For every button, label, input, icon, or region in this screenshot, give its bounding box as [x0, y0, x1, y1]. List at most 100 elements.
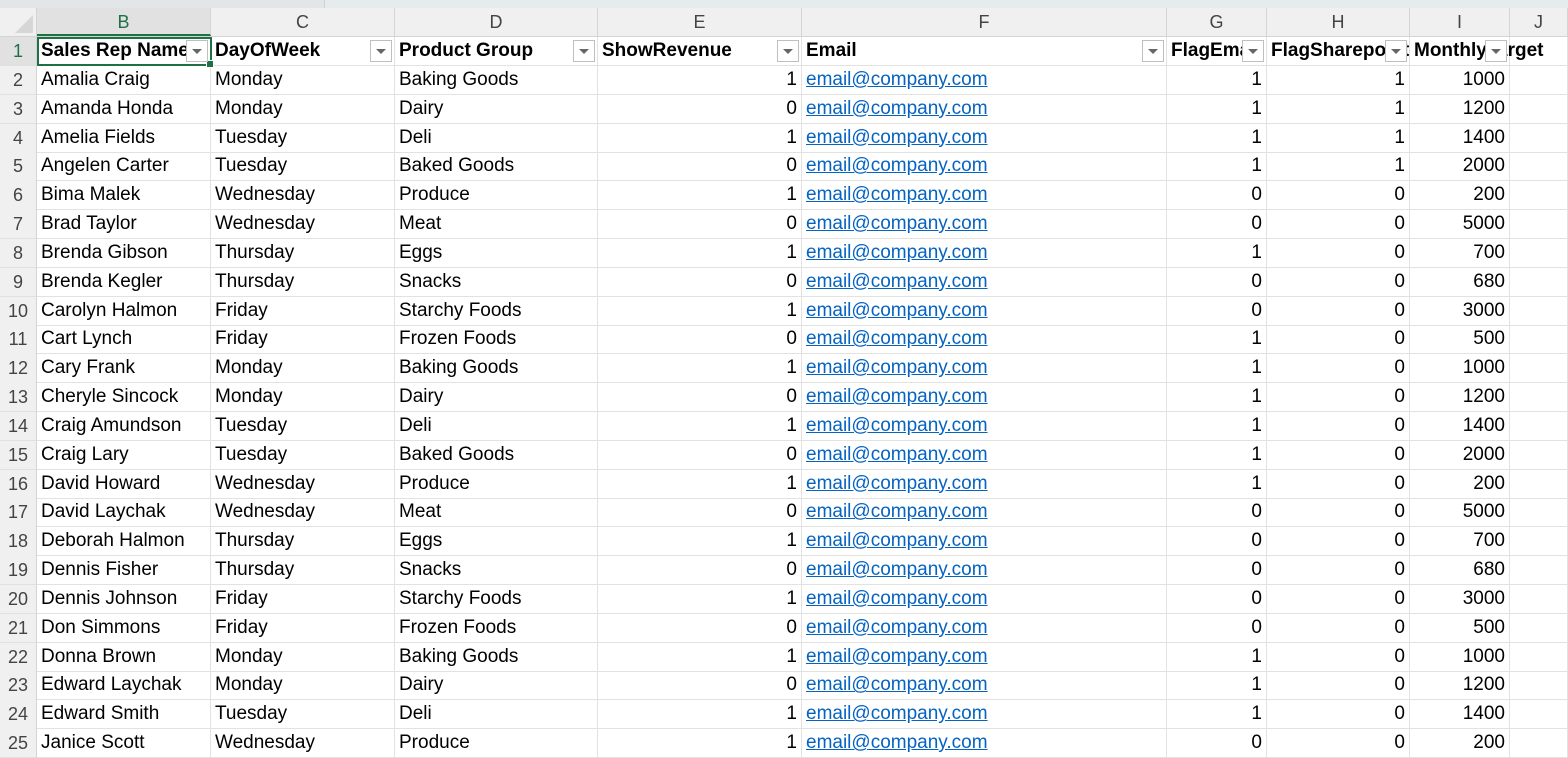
cell-G9[interactable]: 0	[1167, 267, 1267, 297]
cell-G23[interactable]: 1	[1167, 671, 1267, 701]
email-link[interactable]: email@company.com	[802, 238, 1167, 268]
cell-E21[interactable]: 0	[598, 613, 802, 643]
cell-D25[interactable]: Produce	[395, 729, 598, 758]
cell-C14[interactable]: Tuesday	[211, 411, 395, 441]
cell-I25[interactable]: 200	[1410, 729, 1510, 758]
cell-E2[interactable]: 1	[598, 65, 802, 95]
cell-I6[interactable]: 200	[1410, 181, 1510, 211]
cell-G12[interactable]: 1	[1167, 354, 1267, 384]
cell-H9[interactable]: 0	[1267, 267, 1410, 297]
cell-J2[interactable]	[1510, 65, 1568, 95]
row-header-25[interactable]: 25	[0, 729, 37, 758]
cell-G16[interactable]: 1	[1167, 469, 1267, 499]
cell-G22[interactable]: 1	[1167, 642, 1267, 672]
cell-J12[interactable]	[1510, 354, 1568, 384]
cell-I2[interactable]: 1000	[1410, 65, 1510, 95]
cell-E3[interactable]: 0	[598, 94, 802, 124]
row-header-2[interactable]: 2	[0, 65, 37, 96]
cell-G20[interactable]: 0	[1167, 584, 1267, 614]
cell-H21[interactable]: 0	[1267, 613, 1410, 643]
cell-E17[interactable]: 0	[598, 498, 802, 528]
cell-E14[interactable]: 1	[598, 411, 802, 441]
header-cell-4[interactable]: ShowRevenue	[598, 37, 802, 66]
cell-E13[interactable]: 0	[598, 383, 802, 413]
column-header-B[interactable]: B	[37, 8, 211, 36]
cell-J10[interactable]	[1510, 296, 1568, 326]
cell-D16[interactable]: Produce	[395, 469, 598, 499]
cell-C13[interactable]: Monday	[211, 383, 395, 413]
cell-B17[interactable]: David Laychak	[37, 498, 211, 528]
email-link[interactable]: email@company.com	[802, 440, 1167, 470]
cell-D20[interactable]: Starchy Foods	[395, 584, 598, 614]
cell-E24[interactable]: 1	[598, 700, 802, 730]
email-link[interactable]: email@company.com	[802, 700, 1167, 730]
email-link[interactable]: email@company.com	[802, 498, 1167, 528]
cell-H5[interactable]: 1	[1267, 152, 1410, 182]
cell-J25[interactable]	[1510, 729, 1568, 758]
cell-B12[interactable]: Cary Frank	[37, 354, 211, 384]
cell-E16[interactable]: 1	[598, 469, 802, 499]
email-link[interactable]: email@company.com	[802, 210, 1167, 240]
cell-J16[interactable]	[1510, 469, 1568, 499]
row-header-19[interactable]: 19	[0, 556, 37, 586]
cell-G11[interactable]: 1	[1167, 325, 1267, 355]
select-all-button[interactable]	[0, 8, 37, 36]
cell-J19[interactable]	[1510, 556, 1568, 586]
email-link[interactable]: email@company.com	[802, 584, 1167, 614]
cell-I8[interactable]: 700	[1410, 238, 1510, 268]
cell-C24[interactable]: Tuesday	[211, 700, 395, 730]
cell-D21[interactable]: Frozen Foods	[395, 613, 598, 643]
row-header-21[interactable]: 21	[0, 613, 37, 644]
cell-I21[interactable]: 500	[1410, 613, 1510, 643]
cell-D7[interactable]: Meat	[395, 210, 598, 240]
cell-I23[interactable]: 1200	[1410, 671, 1510, 701]
column-header-C[interactable]: C	[211, 8, 395, 36]
filter-dropdown-button[interactable]	[370, 40, 392, 62]
filter-dropdown-button[interactable]	[1385, 40, 1407, 62]
cell-C7[interactable]: Wednesday	[211, 210, 395, 240]
cell-B19[interactable]: Dennis Fisher	[37, 556, 211, 586]
row-header-8[interactable]: 8	[0, 238, 37, 269]
row-header-12[interactable]: 12	[0, 354, 37, 384]
cell-E12[interactable]: 1	[598, 354, 802, 384]
cell-C22[interactable]: Monday	[211, 642, 395, 672]
cell-H12[interactable]: 0	[1267, 354, 1410, 384]
header-cell-3[interactable]: Product Group	[395, 37, 598, 66]
cell-B24[interactable]: Edward Smith	[37, 700, 211, 730]
cell-B25[interactable]: Janice Scott	[37, 729, 211, 758]
cell-C23[interactable]: Monday	[211, 671, 395, 701]
cell-E6[interactable]: 1	[598, 181, 802, 211]
cell-I12[interactable]: 1000	[1410, 354, 1510, 384]
cell-E5[interactable]: 0	[598, 152, 802, 182]
row-header-11[interactable]: 11	[0, 325, 37, 355]
filter-dropdown-button[interactable]	[777, 40, 799, 62]
email-link[interactable]: email@company.com	[802, 296, 1167, 326]
cell-C6[interactable]: Wednesday	[211, 181, 395, 211]
cell-J21[interactable]	[1510, 613, 1568, 643]
cell-C15[interactable]: Tuesday	[211, 440, 395, 470]
cell-G5[interactable]: 1	[1167, 152, 1267, 182]
cell-C21[interactable]: Friday	[211, 613, 395, 643]
cell-H13[interactable]: 0	[1267, 383, 1410, 413]
cell-C3[interactable]: Monday	[211, 94, 395, 124]
cell-D13[interactable]: Dairy	[395, 383, 598, 413]
cell-H17[interactable]: 0	[1267, 498, 1410, 528]
cell-E22[interactable]: 1	[598, 642, 802, 672]
cell-J13[interactable]	[1510, 383, 1568, 413]
cell-E23[interactable]: 0	[598, 671, 802, 701]
cell-C2[interactable]: Monday	[211, 65, 395, 95]
cell-H4[interactable]: 1	[1267, 123, 1410, 153]
cell-B9[interactable]: Brenda Kegler	[37, 267, 211, 297]
row-header-9[interactable]: 9	[0, 267, 37, 298]
cell-C16[interactable]: Wednesday	[211, 469, 395, 499]
cell-G10[interactable]: 0	[1167, 296, 1267, 326]
row-header-16[interactable]: 16	[0, 469, 37, 499]
cell-H20[interactable]: 0	[1267, 584, 1410, 614]
cell-D22[interactable]: Baking Goods	[395, 642, 598, 672]
cell-D14[interactable]: Deli	[395, 411, 598, 441]
cell-C18[interactable]: Thursday	[211, 527, 395, 557]
cell-J18[interactable]	[1510, 527, 1568, 557]
cell-G17[interactable]: 0	[1167, 498, 1267, 528]
cell-H8[interactable]: 0	[1267, 238, 1410, 268]
cell-J17[interactable]	[1510, 498, 1568, 528]
